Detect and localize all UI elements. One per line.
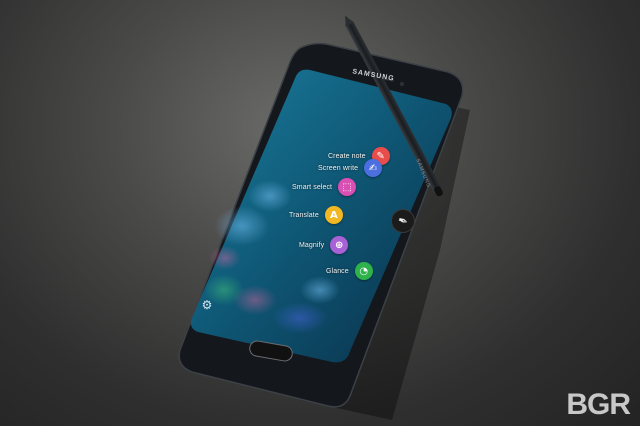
- air-command-screen-write[interactable]: Screen write ✍: [318, 159, 383, 177]
- bgr-watermark: BGR: [566, 388, 631, 421]
- screen-write-label: Screen write: [318, 164, 359, 172]
- air-command-magnify[interactable]: Magnify ⊕: [299, 236, 349, 254]
- air-command-glance[interactable]: Glance ◔: [326, 262, 373, 280]
- smart-select-label: Smart select: [292, 183, 333, 191]
- translate-label: Translate: [289, 211, 319, 219]
- photo-scene: SAMSUNG SAMSUNG Create note ✎ Screen wri…: [0, 0, 640, 426]
- magnify-label: Magnify: [299, 241, 325, 249]
- translate-icon: A: [324, 206, 343, 224]
- glance-icon: ◔: [354, 262, 373, 280]
- front-camera: [399, 81, 405, 87]
- air-command-translate[interactable]: Translate A: [289, 206, 343, 224]
- magnify-icon: ⊕: [330, 236, 349, 254]
- screen-write-icon: ✍: [364, 159, 383, 177]
- glance-label: Glance: [326, 267, 349, 275]
- smart-select-icon: ⬚: [338, 178, 357, 196]
- gear-icon[interactable]: ⚙: [200, 298, 214, 312]
- air-command-smart-select[interactable]: Smart select ⬚: [292, 178, 357, 196]
